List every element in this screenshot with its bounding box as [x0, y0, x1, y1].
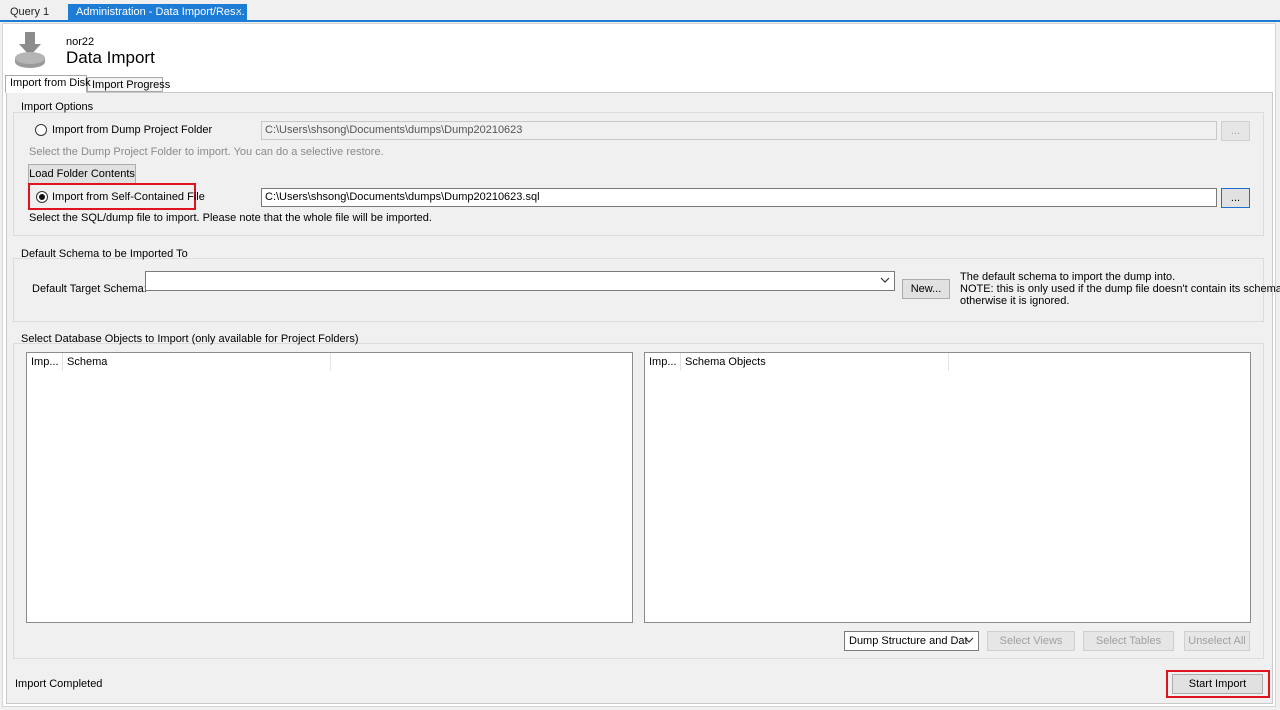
select-views-button[interactable]: Select Views	[987, 631, 1075, 651]
close-icon[interactable]: ×	[236, 4, 242, 21]
folder-hint: Select the Dump Project Folder to import…	[29, 146, 384, 158]
new-schema-button[interactable]: New...	[902, 279, 950, 299]
objects-list-schema-objects-column[interactable]: Schema Objects	[681, 353, 949, 371]
schema-list-schema-column[interactable]: Schema	[63, 353, 331, 371]
schema-list-import-column[interactable]: Imp...	[27, 353, 63, 371]
objects-list-import-column[interactable]: Imp...	[645, 353, 681, 371]
import-status: Import Completed	[15, 678, 103, 690]
self-contained-path-field[interactable]: C:\Users\shsong\Documents\dumps\Dump2021…	[261, 188, 1217, 207]
schema-note-line2: NOTE: this is only used if the dump file…	[960, 283, 1280, 295]
dump-mode-value: Dump Structure and Dat	[849, 635, 968, 647]
default-schema-title: Default Schema to be Imported To	[21, 248, 188, 260]
schema-list[interactable]: Imp... Schema	[26, 352, 633, 623]
select-tables-button[interactable]: Select Tables	[1083, 631, 1174, 651]
dump-folder-radio[interactable]	[35, 124, 47, 136]
default-target-schema-label: Default Target Schema:	[32, 283, 147, 295]
unselect-all-button[interactable]: Unselect All	[1184, 631, 1250, 651]
load-folder-contents-button[interactable]: Load Folder Contents	[28, 164, 136, 184]
file-hint: Select the SQL/dump file to import. Plea…	[29, 212, 432, 224]
tab-import-progress[interactable]: Import Progress	[87, 77, 170, 92]
default-target-schema-select[interactable]	[145, 271, 895, 291]
objects-group-title: Select Database Objects to Import (only …	[21, 333, 359, 345]
self-contained-radio[interactable]	[36, 191, 48, 203]
self-contained-browse-button[interactable]: ...	[1221, 188, 1250, 208]
tab-administration-data-import[interactable]: Administration - Data Import/Res... ×	[68, 4, 247, 22]
dump-folder-browse-button[interactable]: ...	[1221, 121, 1250, 141]
tab-label: Administration - Data Import/Res...	[76, 6, 245, 18]
self-contained-label[interactable]: Import from Self-Contained File	[52, 191, 205, 203]
dump-folder-label[interactable]: Import from Dump Project Folder	[52, 124, 212, 136]
schema-note-line1: The default schema to import the dump in…	[960, 271, 1176, 283]
chevron-down-icon	[964, 637, 974, 643]
chevron-down-icon	[880, 277, 890, 283]
dump-folder-path-field[interactable]: C:\Users\shsong\Documents\dumps\Dump2021…	[261, 121, 1217, 140]
dump-mode-select[interactable]: Dump Structure and Dat	[844, 631, 979, 651]
start-import-button[interactable]: Start Import	[1172, 674, 1263, 694]
page-title: Data Import	[66, 48, 155, 67]
connection-name: nor22	[66, 36, 95, 48]
tab-import-from-disk[interactable]: Import from Disk	[5, 75, 91, 93]
schema-objects-list[interactable]: Imp... Schema Objects	[644, 352, 1251, 623]
import-disk-icon	[15, 32, 45, 68]
tab-query-1[interactable]: Query 1	[2, 4, 66, 22]
import-options-title: Import Options	[21, 101, 94, 113]
schema-note-line3: otherwise it is ignored.	[960, 295, 1070, 307]
